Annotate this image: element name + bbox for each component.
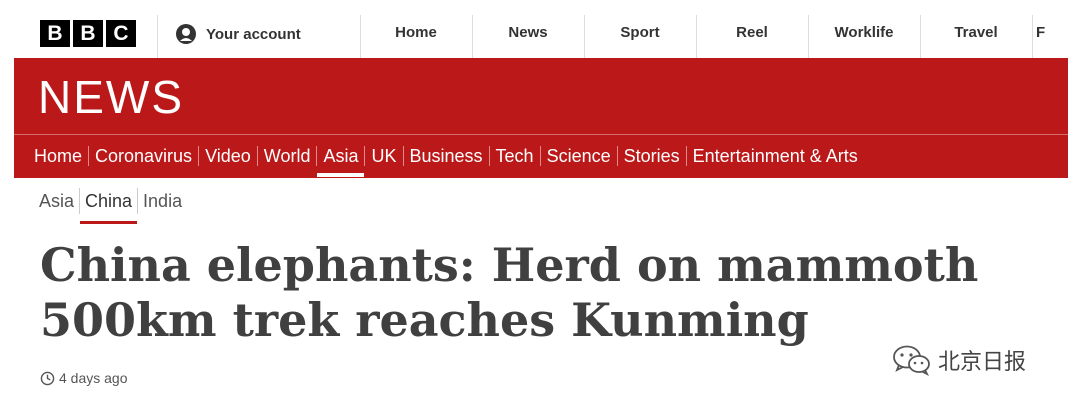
- sub-nav-india[interactable]: India: [138, 191, 187, 212]
- bbc-logo-block: B: [40, 20, 70, 47]
- top-bar: B B C Your account Home News Sport Reel …: [0, 0, 1080, 58]
- sub-nav-china[interactable]: China: [80, 191, 138, 224]
- clock-icon: [40, 371, 55, 385]
- news-logo[interactable]: NEWS: [38, 70, 184, 124]
- main-nav-business[interactable]: Business: [404, 146, 489, 167]
- top-nav-travel[interactable]: Travel: [921, 24, 1031, 41]
- account-icon: [176, 24, 196, 44]
- bbc-logo-block: C: [106, 20, 136, 47]
- main-nav-coronavirus[interactable]: Coronavirus: [89, 146, 198, 167]
- watermark-text: 北京日报: [938, 350, 1027, 375]
- timestamp-text: 4 days ago: [59, 370, 128, 386]
- sub-nav-asia[interactable]: Asia: [34, 191, 79, 212]
- top-nav-home[interactable]: Home: [361, 24, 471, 41]
- news-banner: NEWS Home Coronavirus Video World Asia U…: [14, 58, 1068, 178]
- top-nav-reel[interactable]: Reel: [697, 24, 807, 41]
- bbc-logo[interactable]: B B C: [40, 20, 136, 47]
- main-nav-asia[interactable]: Asia: [317, 146, 365, 177]
- top-nav-future[interactable]: F: [1036, 24, 1066, 41]
- main-nav-stories[interactable]: Stories: [618, 146, 686, 167]
- bbc-logo-block: B: [73, 20, 103, 47]
- top-nav-news[interactable]: News: [473, 24, 583, 41]
- main-nav-tech[interactable]: Tech: [490, 146, 540, 167]
- article-timestamp: 4 days ago: [40, 370, 128, 386]
- divider: [157, 15, 158, 58]
- banner-divider: [14, 134, 1068, 135]
- watermark: 北京日报: [892, 344, 1026, 376]
- top-nav-sport[interactable]: Sport: [585, 24, 695, 41]
- sub-nav: Asia China India: [34, 188, 187, 224]
- main-nav-uk[interactable]: UK: [365, 146, 402, 167]
- account-link[interactable]: Your account: [176, 24, 301, 44]
- main-nav-science[interactable]: Science: [541, 146, 617, 167]
- account-label: Your account: [206, 25, 301, 43]
- main-nav-video[interactable]: Video: [199, 146, 257, 167]
- article-headline: China elephants: Herd on mammoth 500km t…: [40, 238, 979, 347]
- main-nav-world[interactable]: World: [258, 146, 317, 167]
- main-nav: Home Coronavirus Video World Asia UK Bus…: [28, 142, 864, 177]
- wechat-icon: [893, 345, 930, 376]
- main-nav-home[interactable]: Home: [28, 146, 88, 167]
- divider: [1032, 15, 1033, 58]
- main-nav-entertainment-arts[interactable]: Entertainment & Arts: [687, 146, 864, 167]
- top-nav-worklife[interactable]: Worklife: [809, 24, 919, 41]
